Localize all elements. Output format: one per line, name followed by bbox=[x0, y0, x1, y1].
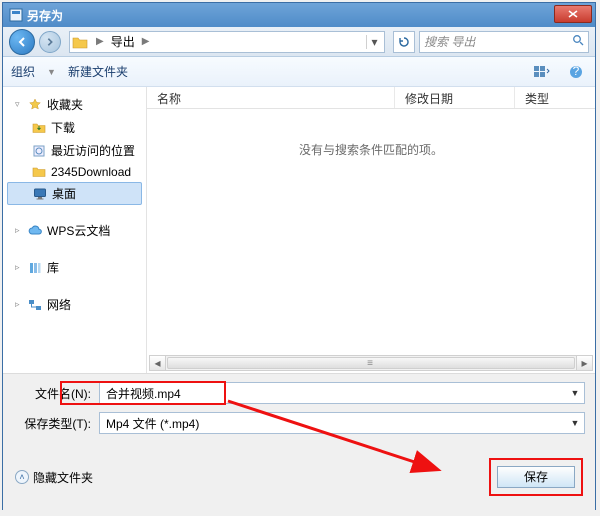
caret-right-icon: ▹ bbox=[15, 225, 23, 236]
scroll-right-icon[interactable]: ▸ bbox=[576, 356, 592, 370]
network-icon bbox=[27, 298, 43, 312]
cloud-icon bbox=[27, 224, 43, 238]
svg-text:?: ? bbox=[573, 65, 580, 78]
tree-item-2345download[interactable]: 2345Download bbox=[3, 162, 146, 182]
column-headers: 名称 修改日期 类型 bbox=[147, 87, 595, 109]
empty-message: 没有与搜索条件匹配的项。 bbox=[147, 141, 595, 158]
tree-header-favorites[interactable]: ▿ 收藏夹 bbox=[3, 93, 146, 116]
search-input[interactable]: 搜索 导出 bbox=[419, 31, 589, 53]
network-label: 网络 bbox=[47, 296, 71, 313]
scrollbar-thumb[interactable]: ≡ bbox=[167, 357, 575, 369]
save-fields: 文件名(N): ▼ 保存类型(T): ▼ bbox=[3, 373, 595, 448]
caret-right-icon: ▹ bbox=[15, 262, 23, 273]
hide-folders-toggle[interactable]: ˄ 隐藏文件夹 bbox=[15, 469, 93, 486]
chevron-right-icon: ▶ bbox=[142, 36, 150, 47]
close-button[interactable] bbox=[554, 5, 592, 23]
libraries-icon bbox=[27, 261, 43, 275]
refresh-icon bbox=[398, 36, 410, 48]
search-placeholder: 搜索 导出 bbox=[424, 33, 475, 50]
breadcrumb-item[interactable]: 导出 bbox=[108, 31, 138, 52]
nav-forward-button[interactable] bbox=[39, 31, 61, 53]
folder-icon bbox=[72, 35, 88, 49]
nav-bar: ▶ 导出 ▶ ▾ 搜索 导出 bbox=[3, 27, 595, 57]
filetype-dropdown[interactable]: ▼ bbox=[567, 414, 583, 432]
save-button[interactable]: 保存 bbox=[497, 466, 575, 488]
refresh-button[interactable] bbox=[393, 31, 415, 53]
caret-right-icon: ▹ bbox=[15, 299, 23, 310]
favorites-label: 收藏夹 bbox=[47, 96, 83, 113]
folder-tree[interactable]: ▿ 收藏夹 下载 最近访问的位置 2345Download bbox=[3, 87, 147, 373]
column-name[interactable]: 名称 bbox=[147, 87, 395, 108]
filetype-select[interactable] bbox=[99, 412, 585, 434]
app-icon bbox=[9, 8, 23, 22]
column-date[interactable]: 修改日期 bbox=[395, 87, 515, 108]
chevron-up-icon: ˄ bbox=[15, 470, 29, 484]
filename-input[interactable] bbox=[99, 382, 585, 404]
breadcrumb-bar[interactable]: ▶ 导出 ▶ ▾ bbox=[69, 31, 385, 53]
column-type[interactable]: 类型 bbox=[515, 87, 595, 108]
tree-header-libraries[interactable]: ▹ 库 bbox=[3, 256, 146, 279]
close-icon bbox=[568, 10, 578, 18]
tree-item-desktop[interactable]: 桌面 bbox=[7, 182, 142, 205]
view-options-button[interactable] bbox=[531, 62, 553, 82]
scroll-left-icon[interactable]: ◂ bbox=[150, 356, 166, 370]
file-list-pane: 名称 修改日期 类型 没有与搜索条件匹配的项。 ◂ ≡ ▸ bbox=[147, 87, 595, 373]
folder-icon bbox=[31, 165, 47, 179]
breadcrumb-dropdown[interactable]: ▾ bbox=[366, 35, 382, 49]
tree-header-network[interactable]: ▹ 网络 bbox=[3, 293, 146, 316]
view-icon bbox=[534, 66, 550, 78]
body-area: ▿ 收藏夹 下载 最近访问的位置 2345Download bbox=[3, 87, 595, 373]
nav-back-button[interactable] bbox=[9, 29, 35, 55]
recent-icon bbox=[31, 144, 47, 158]
download-icon bbox=[31, 121, 47, 135]
arrow-right-icon bbox=[45, 37, 55, 47]
arrow-left-icon bbox=[16, 36, 28, 48]
horizontal-scrollbar[interactable]: ◂ ≡ ▸ bbox=[149, 355, 593, 371]
save-highlight-annotation: 保存 bbox=[489, 458, 583, 496]
tree-item-downloads[interactable]: 下载 bbox=[3, 116, 146, 139]
chevron-down-icon: ▼ bbox=[47, 67, 56, 77]
organize-menu[interactable]: 组织 bbox=[11, 63, 35, 80]
dialog-footer: ˄ 隐藏文件夹 保存 bbox=[3, 448, 595, 510]
wps-label: WPS云文档 bbox=[47, 222, 110, 239]
desktop-icon bbox=[32, 187, 48, 201]
tree-header-wps[interactable]: ▹ WPS云文档 bbox=[3, 219, 146, 242]
window-title: 另存为 bbox=[27, 7, 63, 24]
filetype-label: 保存类型(T): bbox=[13, 415, 91, 432]
toolbar: 组织 ▼ 新建文件夹 ? bbox=[3, 57, 595, 87]
tree-item-recent[interactable]: 最近访问的位置 bbox=[3, 139, 146, 162]
help-icon: ? bbox=[569, 65, 583, 79]
libraries-label: 库 bbox=[47, 259, 59, 276]
filename-dropdown[interactable]: ▼ bbox=[567, 384, 583, 402]
save-as-dialog: 另存为 ▶ 导出 ▶ ▾ 搜索 导出 bbox=[2, 2, 596, 510]
filename-label: 文件名(N): bbox=[13, 385, 91, 402]
help-button[interactable]: ? bbox=[565, 62, 587, 82]
new-folder-button[interactable]: 新建文件夹 bbox=[68, 63, 128, 80]
search-icon bbox=[572, 34, 584, 49]
chevron-right-icon: ▶ bbox=[96, 36, 104, 47]
star-icon bbox=[27, 98, 43, 112]
titlebar: 另存为 bbox=[3, 3, 595, 27]
caret-down-icon: ▿ bbox=[15, 99, 23, 110]
